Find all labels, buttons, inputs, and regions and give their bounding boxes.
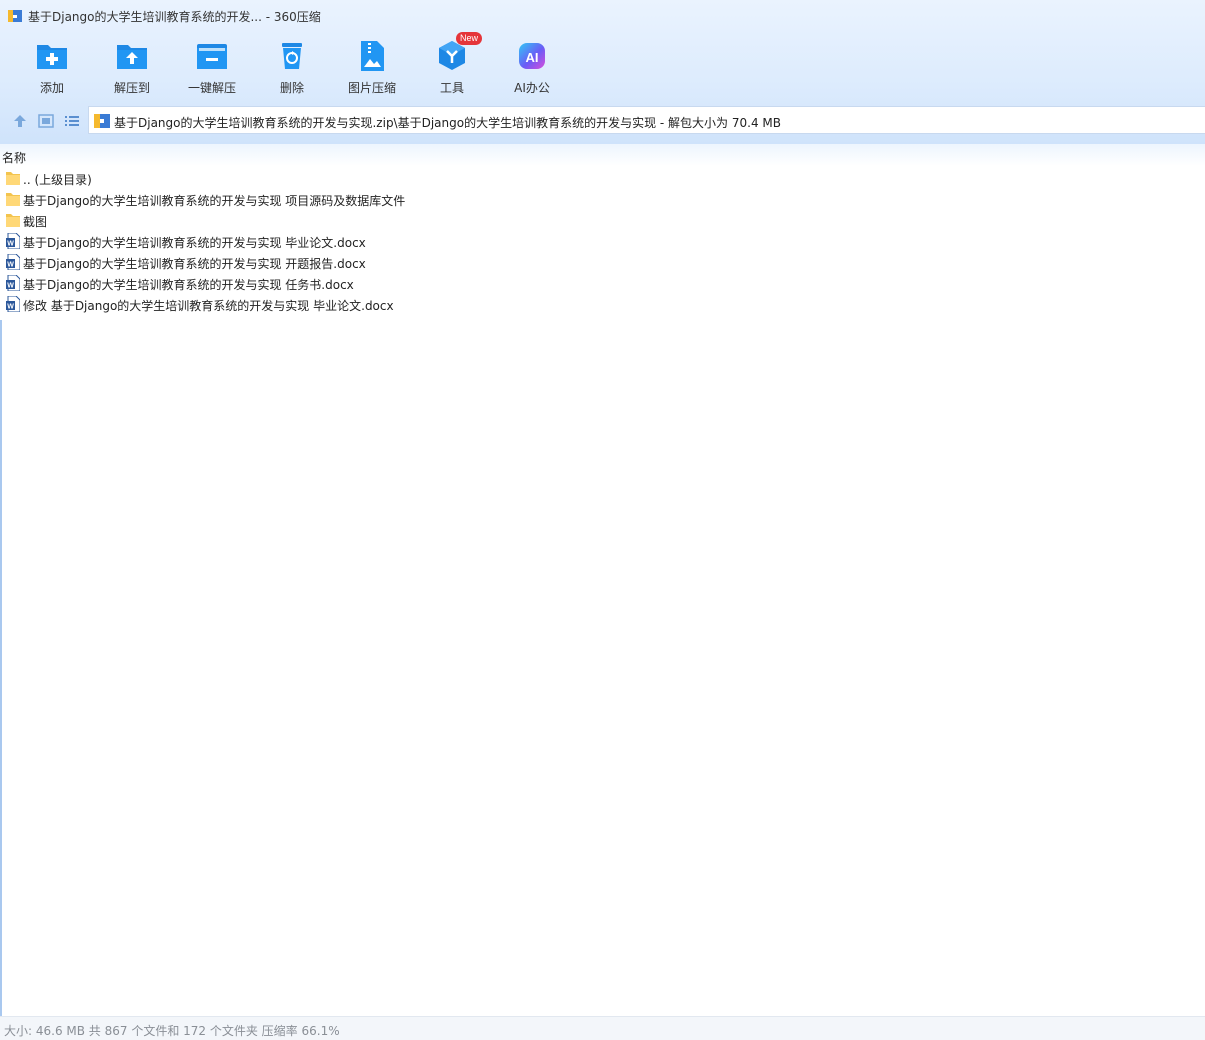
status-bar: 大小: 46.6 MB 共 867 个文件和 172 个文件夹 压缩率 66.1… [0, 1016, 1205, 1040]
one-click-extract-icon [197, 44, 227, 69]
file-name: .. (上级目录) [23, 173, 92, 187]
list-header: 名称 [0, 144, 1205, 166]
file-name: 截图 [23, 215, 48, 229]
svg-text:AI: AI [526, 50, 539, 65]
window-title: 基于Django的大学生培训教育系统的开发... - 360压缩 [28, 10, 321, 24]
ai-office-label: AI办公 [514, 81, 550, 95]
one-click-extract-button[interactable]: 一键解压 [172, 36, 252, 98]
ai-office-button[interactable]: AI AI办公 [492, 36, 572, 98]
file-name: 基于Django的大学生培训教育系统的开发与实现 任务书.docx [23, 278, 354, 292]
file-name: 修改 基于Django的大学生培训教育系统的开发与实现 毕业论文.docx [23, 299, 394, 313]
add-folder-icon [37, 45, 67, 69]
folder-icon [6, 212, 20, 228]
recycle-delete-icon [282, 43, 302, 69]
folder-icon [6, 170, 20, 186]
up-arrow-icon[interactable] [12, 113, 28, 129]
image-compress-icon [361, 41, 384, 71]
status-text: 大小: 46.6 MB 共 867 个文件和 172 个文件夹 压缩率 66.1… [4, 1024, 340, 1038]
folder-row[interactable]: .. (上级目录) [0, 168, 1205, 189]
scroll-edge [0, 320, 2, 1020]
folder-icon [6, 191, 20, 207]
svg-text:W: W [7, 262, 14, 269]
archive-app-icon [8, 10, 22, 22]
file-row[interactable]: W 基于Django的大学生培训教育系统的开发与实现 开题报告.docx [0, 252, 1205, 273]
svg-text:W: W [7, 304, 14, 311]
extract-to-label: 解压到 [113, 81, 150, 95]
extract-to-icon [117, 45, 147, 69]
tools-label: 工具 [439, 81, 464, 95]
file-row[interactable]: W 基于Django的大学生培训教育系统的开发与实现 任务书.docx [0, 273, 1205, 294]
delete-button[interactable]: 删除 [252, 36, 332, 98]
add-button[interactable]: 添加 [12, 36, 92, 98]
toolbar: 添加 解压到 一键解压 删除 图片压缩 New 工具 AI AI办公 [12, 32, 572, 100]
thumbnail-view-icon[interactable] [38, 113, 54, 129]
image-compress-button[interactable]: 图片压缩 [332, 36, 412, 98]
app-window: 基于Django的大学生培训教育系统的开发... - 360压缩 添加 解压到 [0, 0, 1205, 1040]
file-name: 基于Django的大学生培训教育系统的开发与实现 项目源码及数据库文件 [23, 194, 406, 208]
address-bar[interactable]: 基于Django的大学生培训教育系统的开发与实现.zip\基于Django的大学… [88, 106, 1205, 134]
add-label: 添加 [39, 81, 64, 95]
image-compress-label: 图片压缩 [347, 81, 396, 95]
extract-to-button[interactable]: 解压到 [92, 36, 172, 98]
archive-file-icon [94, 114, 110, 128]
svg-text:W: W [7, 241, 14, 248]
delete-label: 删除 [279, 81, 304, 95]
word-document-icon: W [6, 232, 21, 250]
folder-row[interactable]: 基于Django的大学生培训教育系统的开发与实现 项目源码及数据库文件 [0, 189, 1205, 210]
ai-office-icon: AI [519, 43, 545, 69]
title-bar: 基于Django的大学生培训教育系统的开发... - 360压缩 [0, 0, 1205, 32]
file-row[interactable]: W 修改 基于Django的大学生培训教育系统的开发与实现 毕业论文.docx [0, 294, 1205, 315]
word-document-icon: W [6, 253, 21, 271]
one-click-extract-label: 一键解压 [187, 81, 236, 95]
svg-text:W: W [7, 283, 14, 290]
word-document-icon: W [6, 274, 21, 292]
file-name: 基于Django的大学生培训教育系统的开发与实现 开题报告.docx [23, 257, 366, 271]
file-list: .. (上级目录) 基于Django的大学生培训教育系统的开发与实现 项目源码及数… [0, 168, 1205, 315]
navigation-bar: 基于Django的大学生培训教育系统的开发与实现.zip\基于Django的大学… [0, 106, 1205, 136]
list-view-icon[interactable] [64, 113, 80, 129]
file-name: 基于Django的大学生培训教育系统的开发与实现 毕业论文.docx [23, 236, 366, 250]
address-path: 基于Django的大学生培训教育系统的开发与实现.zip\基于Django的大学… [114, 116, 781, 130]
folder-row[interactable]: 截图 [0, 210, 1205, 231]
new-badge: New [456, 32, 483, 45]
column-header-name[interactable]: 名称 [2, 149, 26, 166]
tools-button[interactable]: New 工具 [412, 32, 492, 98]
word-document-icon: W [6, 295, 21, 313]
file-row[interactable]: W 基于Django的大学生培训教育系统的开发与实现 毕业论文.docx [0, 231, 1205, 252]
